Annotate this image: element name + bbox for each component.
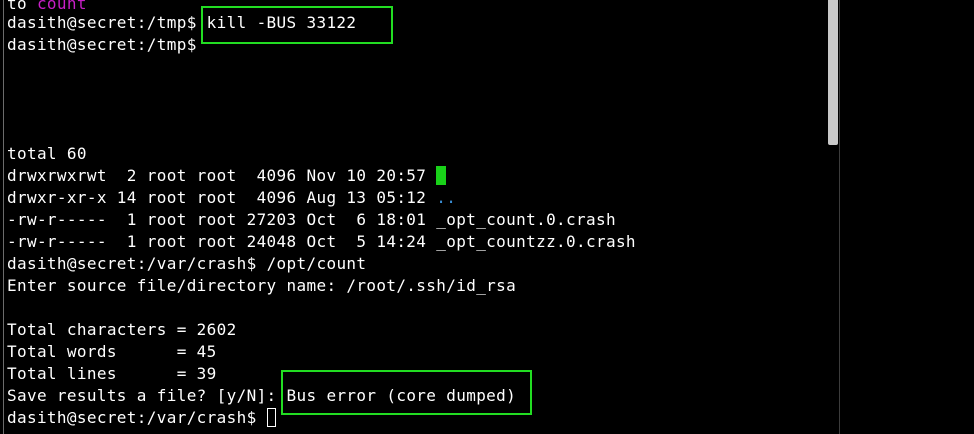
listing-row: drwxrwxrwt 2 root root 4096 Nov 10 20:57… (7, 166, 447, 185)
terminal-line: Total words = 45 (7, 342, 217, 361)
terminal-line: total 60 (7, 144, 87, 163)
pane-split-border[interactable] (839, 0, 840, 434)
terminal-line: Total lines = 39 (7, 364, 217, 383)
terminal-cursor (266, 408, 276, 427)
highlight-box-kill-command (201, 6, 393, 44)
shell-prompt: dasith@secret:/var/crash$ (7, 254, 267, 273)
terminal-line[interactable]: dasith@secret:/var/crash$ (7, 407, 276, 429)
pane-left-border (3, 0, 4, 434)
terminal-line: dasith@secret:/tmp$ (7, 34, 207, 56)
highlight-box-bus-error (281, 370, 532, 415)
listing-row: -rw-r----- 1 root root 24048 Oct 5 14:24… (7, 232, 636, 251)
dir-entry-parent: .. (436, 188, 457, 207)
listing-row: drwxr-xr-x 14 root root 4096 Aug 13 05:1… (7, 188, 457, 207)
shell-prompt: dasith@secret:/tmp$ (7, 35, 207, 54)
terminal-line: dasith@secret:/var/crash$ /opt/count (7, 253, 366, 275)
shell-prompt: dasith@secret:/tmp$ (7, 13, 207, 32)
terminal-window[interactable]: to count dasith@secret:/tmp$ kill -BUS 3… (0, 0, 974, 434)
listing-row: -rw-r----- 1 root root 27203 Oct 6 18:01… (7, 210, 616, 229)
scrollbar-thumb[interactable] (828, 0, 838, 145)
dir-entry-current: . (436, 166, 447, 185)
terminal-line: Total characters = 2602 (7, 320, 237, 339)
terminal-line: Enter source file/directory name: /root/… (7, 276, 517, 295)
shell-prompt: dasith@secret:/var/crash$ (7, 408, 267, 427)
command-opt-count: /opt/count (266, 254, 367, 273)
